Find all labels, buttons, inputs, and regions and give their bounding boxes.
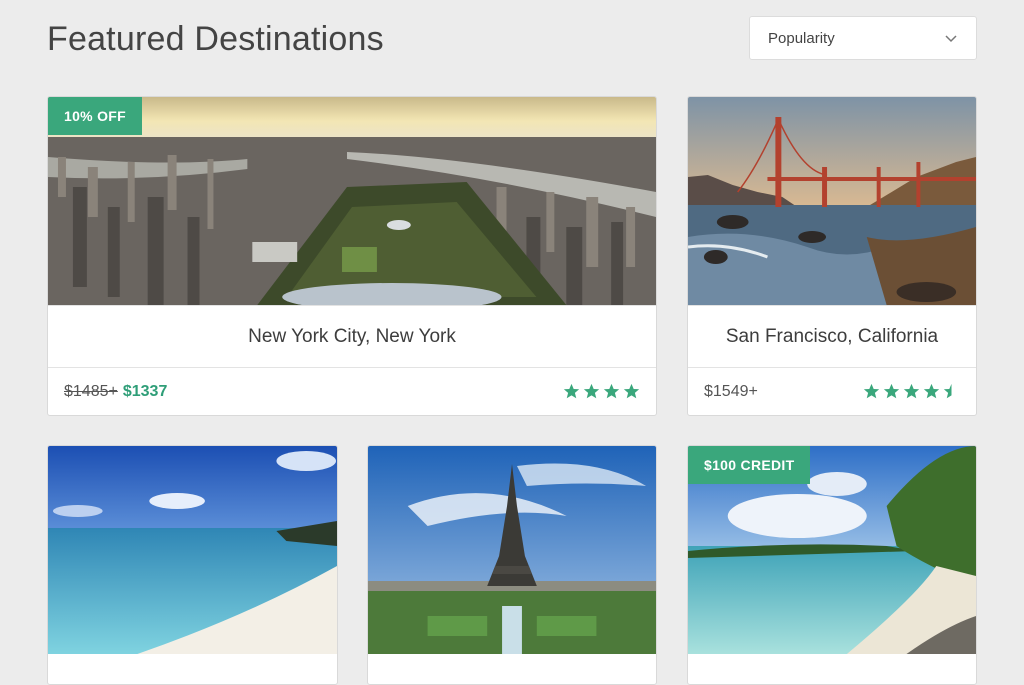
original-price: $1485+ (64, 382, 118, 400)
destination-card-paris[interactable] (367, 445, 657, 685)
credit-badge: $100 CREDIT (688, 446, 811, 484)
star-icon (863, 383, 880, 399)
discounted-price: $1337 (122, 382, 168, 400)
star-icon (923, 383, 940, 399)
rating-stars (863, 383, 960, 400)
destination-name: New York City, New York (48, 305, 656, 368)
destination-card-new-york[interactable]: 10% OFF New York City, New York $1485+ $… (47, 96, 657, 416)
card-footer: $1549+ (688, 367, 976, 415)
chevron-down-icon (945, 35, 957, 43)
destination-name: San Francisco, California (688, 305, 976, 368)
star-icon (563, 383, 580, 399)
destination-image (688, 97, 976, 305)
price: $1549+ (704, 382, 758, 400)
star-icon (603, 383, 620, 399)
card-footer: $1485+ $1337 (48, 367, 656, 415)
star-icon (623, 383, 640, 399)
star-half-icon (943, 383, 952, 399)
destination-image (48, 446, 337, 654)
sort-select[interactable]: Popularity (749, 16, 977, 60)
rating-stars (563, 383, 640, 400)
destination-card-beach[interactable] (47, 445, 338, 685)
discount-badge: 10% OFF (48, 97, 143, 135)
star-icon (583, 383, 600, 399)
star-icon (903, 383, 920, 399)
destination-card-san-francisco[interactable]: San Francisco, California $1549+ (687, 96, 977, 416)
sort-selected-value: Popularity (768, 29, 835, 47)
page-title: Featured Destinations (47, 20, 384, 58)
destination-image (368, 446, 656, 654)
destination-card-cove[interactable]: $100 CREDIT (687, 445, 977, 685)
star-icon (883, 383, 900, 399)
